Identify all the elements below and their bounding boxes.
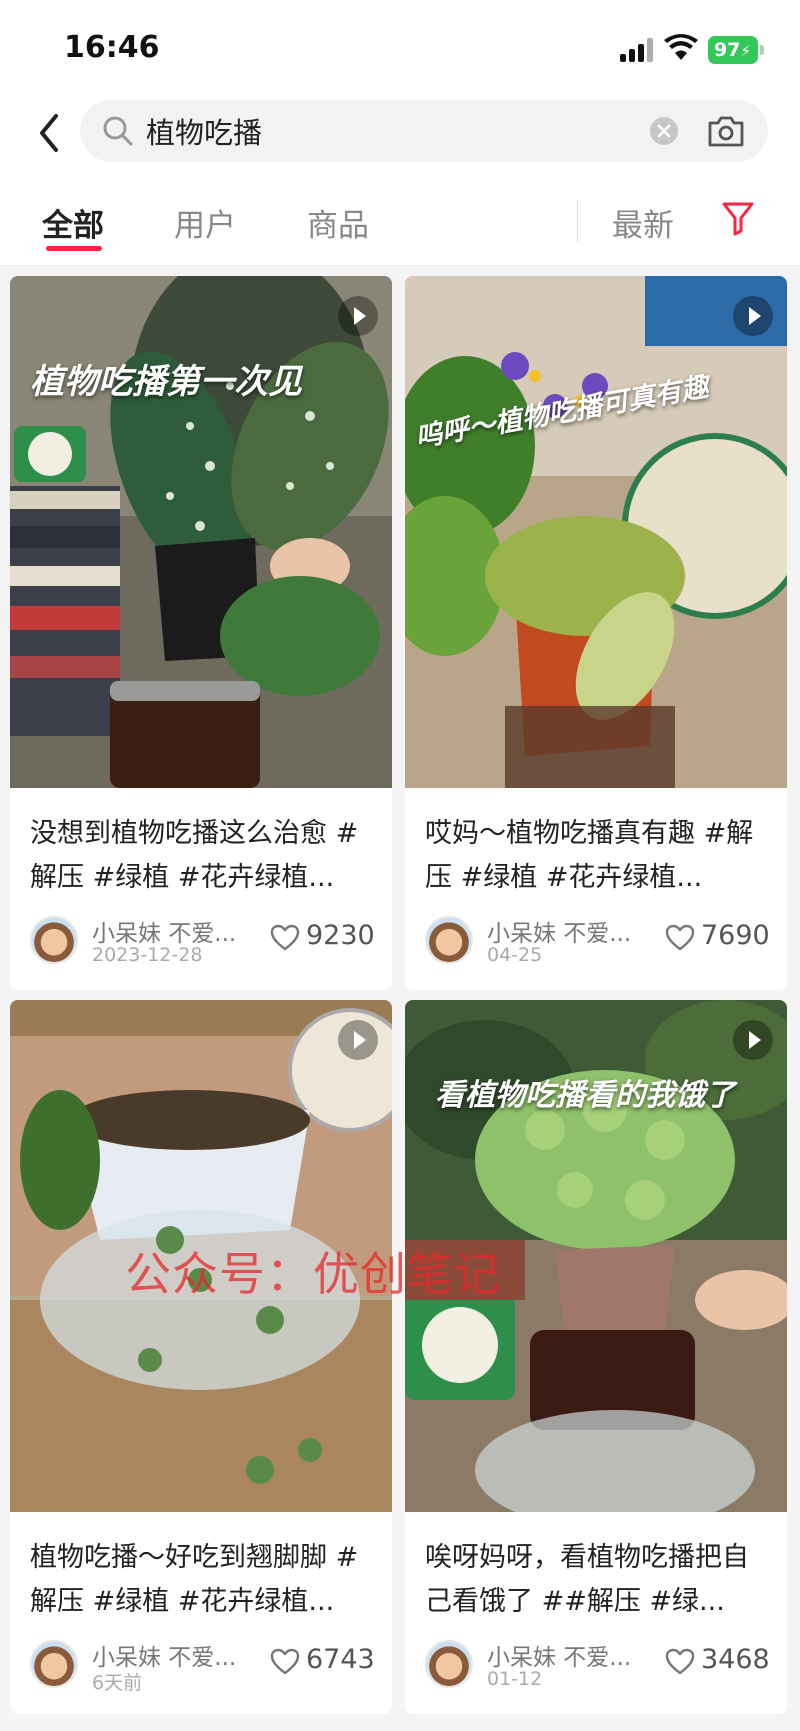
- author-name[interactable]: 小呆妹 不爱...: [487, 1638, 631, 1672]
- post-date: 04-25: [487, 944, 543, 966]
- search-box[interactable]: [80, 100, 768, 162]
- signal-icon: [620, 38, 654, 62]
- note-title[interactable]: 没想到植物吃播这么治愈 #解压 #绿植 #花卉绿植...: [30, 812, 376, 900]
- note-title[interactable]: 唉呀妈呀，看植物吃播把自己看饿了 ##解压 #绿...: [425, 1536, 771, 1624]
- sort-latest-button[interactable]: 最新: [612, 200, 674, 245]
- search-icon: [103, 116, 133, 146]
- play-icon: [338, 1020, 378, 1060]
- play-icon: [733, 1020, 773, 1060]
- like-count: 7690: [701, 920, 770, 951]
- note-card[interactable]: 呜呼～植物吃播可真有趣 哎妈～植物吃播真有趣 #解压 #绿植 #花卉绿植... …: [405, 276, 787, 990]
- post-date: 2023-12-28: [92, 944, 203, 966]
- watermark: 公众号：优创笔记: [125, 1247, 501, 1301]
- search-header: [0, 96, 800, 174]
- author-name[interactable]: 小呆妹 不爱...: [92, 1638, 236, 1672]
- post-date: 01-12: [487, 1668, 543, 1690]
- thumbnail-caption: 看植物吃播看的我饿了: [435, 1078, 735, 1113]
- heart-icon[interactable]: [665, 1648, 695, 1676]
- status-bar: 16:46 97⚡: [0, 0, 800, 96]
- heart-icon[interactable]: [270, 924, 300, 952]
- back-button[interactable]: [30, 108, 70, 158]
- battery-indicator: 97⚡: [708, 36, 764, 64]
- filter-icon[interactable]: [720, 198, 756, 238]
- like-count: 3468: [701, 1644, 770, 1675]
- avatar[interactable]: [30, 1640, 78, 1688]
- thumbnail-image: [10, 276, 392, 788]
- note-card[interactable]: 植物吃播～好吃到翘脚脚 #解压 #绿植 #花卉绿植... 小呆妹 不爱... 6…: [10, 1000, 392, 1714]
- avatar[interactable]: [30, 916, 78, 964]
- tab-all[interactable]: 全部: [42, 200, 104, 245]
- thumbnail-image: [405, 276, 787, 788]
- like-count: 6743: [306, 1644, 375, 1675]
- wifi-icon: [664, 34, 698, 60]
- tab-products[interactable]: 商品: [307, 200, 369, 245]
- status-time: 16:46: [64, 30, 160, 65]
- tab-users[interactable]: 用户: [174, 200, 236, 245]
- note-thumbnail[interactable]: 植物吃播第一次见: [10, 276, 392, 788]
- note-title[interactable]: 哎妈～植物吃播真有趣 #解压 #绿植 #花卉绿植...: [425, 812, 771, 900]
- author-name[interactable]: 小呆妹 不爱...: [92, 914, 236, 948]
- avatar[interactable]: [425, 916, 473, 964]
- tab-divider: [577, 200, 578, 242]
- tab-bar: 全部 用户 商品 最新: [0, 174, 800, 266]
- note-card[interactable]: 植物吃播第一次见 没想到植物吃播这么治愈 #解压 #绿植 #花卉绿植... 小呆…: [10, 276, 392, 990]
- note-title[interactable]: 植物吃播～好吃到翘脚脚 #解压 #绿植 #花卉绿植...: [30, 1536, 376, 1624]
- like-count: 9230: [306, 920, 375, 951]
- heart-icon[interactable]: [665, 924, 695, 952]
- thumbnail-caption: 植物吃播第一次见: [30, 362, 302, 402]
- play-icon: [338, 296, 378, 336]
- clear-search-button[interactable]: [650, 117, 678, 145]
- play-icon: [733, 296, 773, 336]
- note-card[interactable]: 看植物吃播看的我饿了 唉呀妈呀，看植物吃播把自己看饿了 ##解压 #绿... 小…: [405, 1000, 787, 1714]
- author-name[interactable]: 小呆妹 不爱...: [487, 914, 631, 948]
- heart-icon[interactable]: [270, 1648, 300, 1676]
- camera-icon[interactable]: [706, 112, 746, 150]
- avatar[interactable]: [425, 1640, 473, 1688]
- note-thumbnail[interactable]: 呜呼～植物吃播可真有趣: [405, 276, 787, 788]
- close-icon: [657, 124, 671, 138]
- post-date: 6天前: [92, 1672, 143, 1694]
- active-tab-indicator: [46, 246, 102, 251]
- search-input[interactable]: [146, 100, 626, 162]
- battery-level: 97: [714, 39, 741, 61]
